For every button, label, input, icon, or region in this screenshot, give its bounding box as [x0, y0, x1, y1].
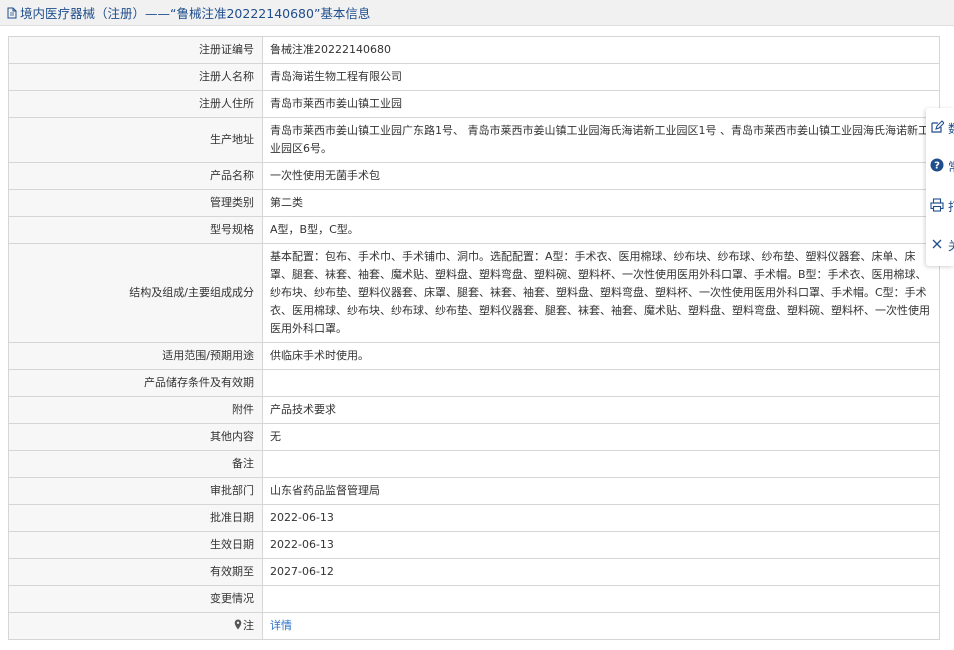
field-value: 2027-06-12: [262, 558, 940, 586]
field-label: 有效期至: [8, 558, 263, 586]
table-row: 附件 产品技术要求: [8, 396, 940, 424]
field-value: A型，B型，C型。: [262, 216, 940, 244]
data-correction-button[interactable]: 数: [930, 118, 954, 138]
table-row: 型号规格 A型，B型，C型。: [8, 216, 940, 244]
help-icon: ?: [930, 158, 944, 175]
field-value: 一次性使用无菌手术包: [262, 162, 940, 190]
table-row: 生效日期 2022-06-13: [8, 531, 940, 559]
field-label: 审批部门: [8, 477, 263, 505]
field-label: 注册人住所: [8, 90, 263, 118]
field-value: 供临床手术时使用。: [262, 342, 940, 370]
side-button-label: 关: [948, 237, 954, 254]
field-value: 2022-06-13: [262, 504, 940, 532]
close-icon: [930, 237, 944, 254]
field-label: 生产地址: [8, 117, 263, 163]
field-value: 基本配置：包布、手术巾、手术铺巾、洞巾。选配配置：A型：手术衣、医用棉球、纱布块…: [262, 243, 940, 343]
field-value: [262, 450, 940, 478]
field-label: 注册人名称: [8, 63, 263, 91]
table-row: 其他内容 无: [8, 423, 940, 451]
close-button[interactable]: 关: [930, 235, 954, 255]
field-value: 2022-06-13: [262, 531, 940, 559]
page-header: 境内医疗器械（注册）——“鲁械注准20222140680”基本信息: [0, 0, 954, 26]
document-icon: [6, 7, 18, 19]
note-label: 注: [243, 618, 254, 632]
field-label: 其他内容: [8, 423, 263, 451]
table-row: 产品名称 一次性使用无菌手术包: [8, 162, 940, 190]
field-value: 青岛海诺生物工程有限公司: [262, 63, 940, 91]
field-label: 备注: [8, 450, 263, 478]
table-row: 适用范围/预期用途 供临床手术时使用。: [8, 342, 940, 370]
table-row: 审批部门 山东省药品监督管理局: [8, 477, 940, 505]
side-toolbar: 数 ? 常 打 关: [926, 108, 954, 266]
table-row: 变更情况: [8, 585, 940, 613]
field-value: [262, 369, 940, 397]
note-label-cell: 注: [8, 612, 263, 640]
table-row: 产品储存条件及有效期: [8, 369, 940, 397]
side-button-label: 常: [948, 158, 954, 175]
field-label: 适用范围/预期用途: [8, 342, 263, 370]
field-value: 山东省药品监督管理局: [262, 477, 940, 505]
field-label: 注册证编号: [8, 36, 263, 64]
field-value: [262, 585, 940, 613]
print-icon: [930, 197, 944, 215]
print-button[interactable]: 打: [930, 196, 954, 216]
field-label: 批准日期: [8, 504, 263, 532]
pin-icon: [234, 618, 242, 636]
field-label: 管理类别: [8, 189, 263, 217]
svg-text:?: ?: [934, 160, 940, 171]
side-button-label: 数: [948, 120, 954, 137]
details-link[interactable]: 详情: [270, 619, 292, 632]
field-label: 型号规格: [8, 216, 263, 244]
table-row: 注册人住所 青岛市莱西市姜山镇工业园: [8, 90, 940, 118]
field-label: 附件: [8, 396, 263, 424]
table-row: 结构及组成/主要组成成分 基本配置：包布、手术巾、手术铺巾、洞巾。选配配置：A型…: [8, 243, 940, 343]
field-value: 青岛市莱西市姜山镇工业园: [262, 90, 940, 118]
field-value: 第二类: [262, 189, 940, 217]
table-row: 注册证编号 鲁械注准20222140680: [8, 36, 940, 64]
field-value: 青岛市莱西市姜山镇工业园广东路1号、 青岛市莱西市姜山镇工业园海氏海诺新工业园区…: [262, 117, 940, 163]
info-table: 注册证编号 鲁械注准20222140680 注册人名称 青岛海诺生物工程有限公司…: [8, 36, 940, 640]
field-value: 鲁械注准20222140680: [262, 36, 940, 64]
field-label: 产品名称: [8, 162, 263, 190]
page-title: 境内医疗器械（注册）——“鲁械注准20222140680”基本信息: [20, 6, 371, 21]
field-label: 结构及组成/主要组成成分: [8, 243, 263, 343]
note-value-cell: 详情: [262, 612, 940, 640]
table-row: 批准日期 2022-06-13: [8, 504, 940, 532]
table-row: 注册人名称 青岛海诺生物工程有限公司: [8, 63, 940, 91]
faq-button[interactable]: ? 常: [930, 156, 954, 176]
field-value: 无: [262, 423, 940, 451]
table-row: 有效期至 2027-06-12: [8, 558, 940, 586]
field-value: 产品技术要求: [262, 396, 940, 424]
edit-icon: [930, 119, 945, 137]
note-row: 注 详情: [8, 612, 940, 640]
field-label: 产品储存条件及有效期: [8, 369, 263, 397]
side-button-label: 打: [948, 198, 954, 215]
table-row: 管理类别 第二类: [8, 189, 940, 217]
field-label: 生效日期: [8, 531, 263, 559]
table-row: 生产地址 青岛市莱西市姜山镇工业园广东路1号、 青岛市莱西市姜山镇工业园海氏海诺…: [8, 117, 940, 163]
table-row: 备注: [8, 450, 940, 478]
field-label: 变更情况: [8, 585, 263, 613]
